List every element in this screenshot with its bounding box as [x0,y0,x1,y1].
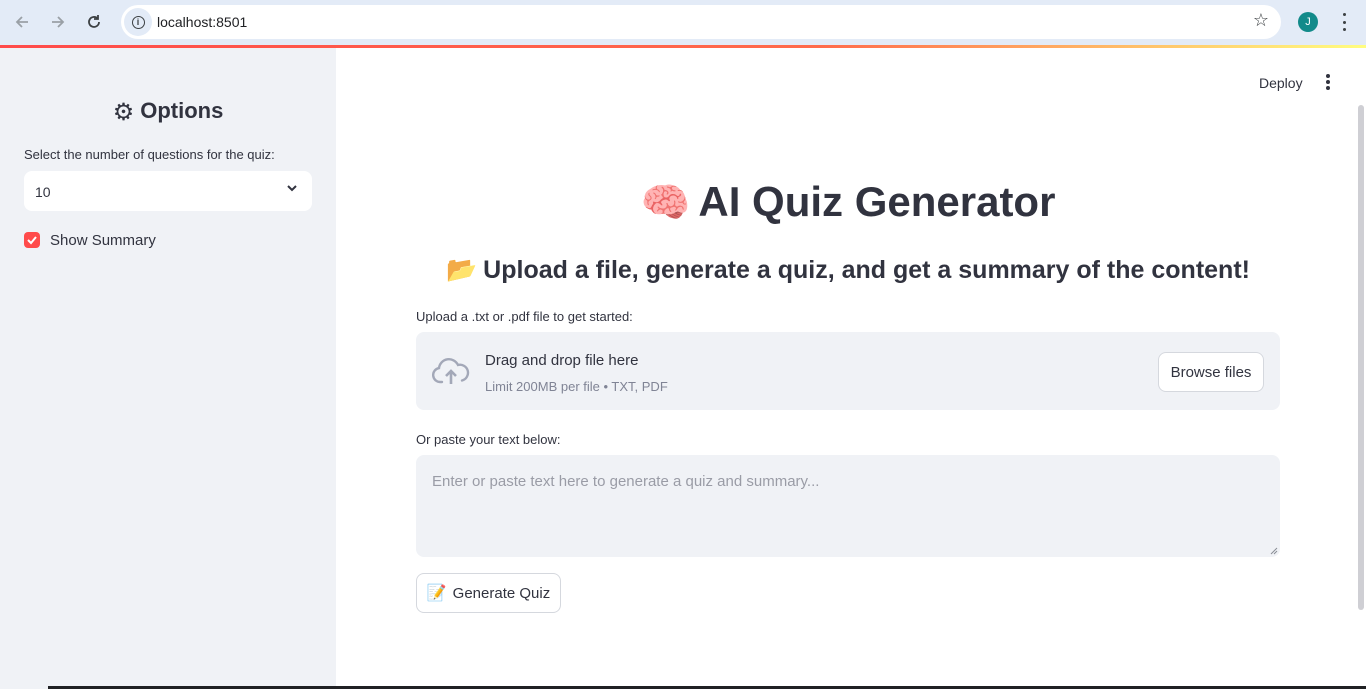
dropzone-limit: Limit 200MB per file • TXT, PDF [485,379,668,394]
question-count-label: Select the number of questions for the q… [24,147,275,162]
app-menu-icon[interactable] [1318,73,1338,91]
question-count-select[interactable]: 10 [24,171,312,211]
scrollbar[interactable] [1358,105,1364,610]
gear-icon: ⚙ [112,99,135,126]
show-summary-checkbox[interactable] [24,232,40,248]
bookmark-star-icon[interactable]: ☆ [1253,10,1269,31]
reload-icon[interactable] [80,8,108,36]
show-summary-label: Show Summary [50,231,156,249]
sidebar [0,48,336,689]
select-value: 10 [35,184,51,200]
cloud-upload-icon [432,358,470,384]
site-info-icon[interactable]: i [124,8,152,36]
page-subtitle: 📂 Upload a file, generate a quiz, and get… [446,256,1250,284]
profile-avatar[interactable]: J [1298,12,1318,32]
folder-icon: 📂 [446,256,478,284]
browser-toolbar: i localhost:8501 ☆ J [0,0,1366,45]
file-dropzone[interactable]: Drag and drop file here Limit 200MB per … [416,332,1280,410]
paste-label: Or paste your text below: [416,432,561,447]
generate-quiz-button[interactable]: 📝 Generate Quiz [416,573,561,613]
checkmark-icon [27,236,37,245]
deploy-button[interactable]: Deploy [1259,75,1303,91]
page-title: 🧠 AI Quiz Generator [640,178,1056,225]
resize-grip-icon[interactable] [1268,545,1278,555]
upload-label: Upload a .txt or .pdf file to get starte… [416,309,633,324]
browse-files-button[interactable]: Browse files [1158,352,1264,392]
show-summary-checkbox-row[interactable]: Show Summary [24,230,156,250]
brain-icon: 🧠 [640,181,691,225]
chevron-down-icon [287,185,297,192]
back-arrow-icon[interactable] [8,8,36,36]
browser-menu-icon[interactable] [1334,10,1354,34]
text-input-area[interactable] [416,455,1280,557]
dropzone-title: Drag and drop file here [485,352,639,369]
url-text: localhost:8501 [157,14,248,30]
address-bar[interactable]: i localhost:8501 ☆ [121,5,1281,39]
sidebar-title: ⚙ Options [112,98,224,126]
memo-icon: 📝 [426,585,447,602]
forward-arrow-icon[interactable] [44,8,72,36]
